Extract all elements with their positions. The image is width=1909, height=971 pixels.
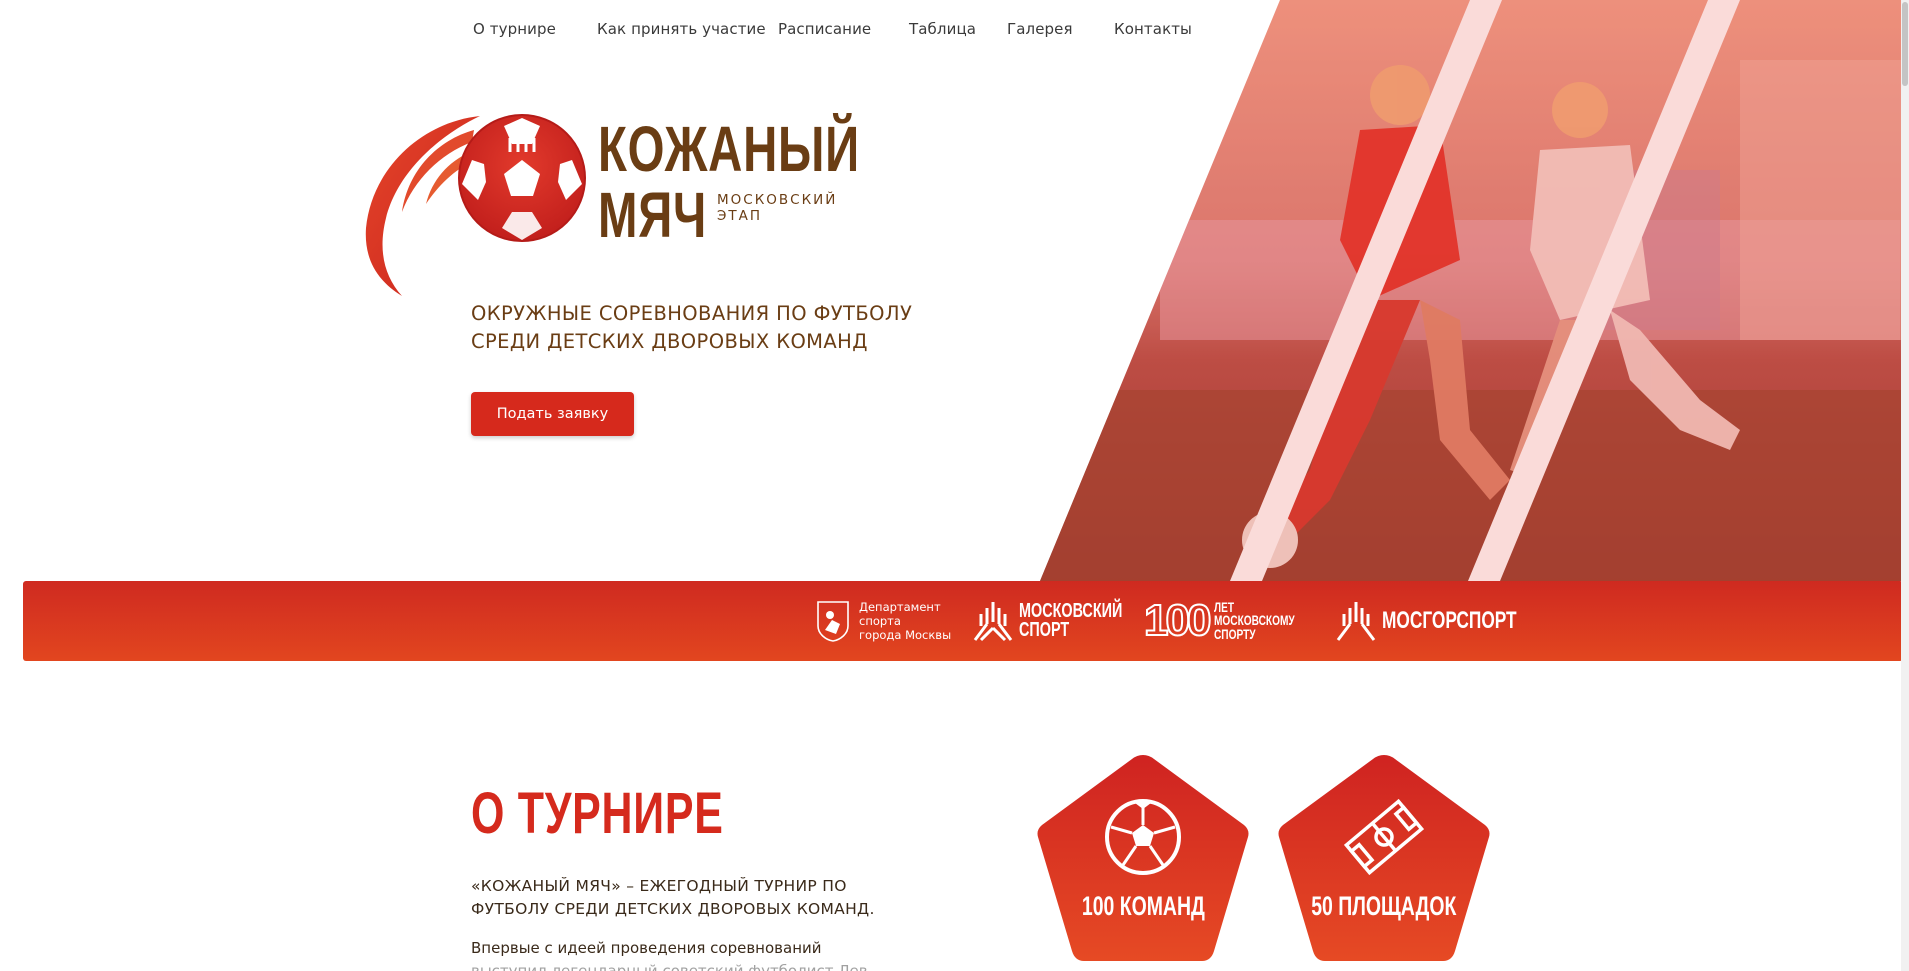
partner-100-years[interactable]: 100 ЛЕТ МОСКОВСКОМУ СПОРТУ <box>1143 581 1322 661</box>
page-scrollbar[interactable] <box>1901 0 1909 971</box>
stat-fields-label: 50 ПЛОЩАДОК <box>1311 891 1457 921</box>
partner-department[interactable]: Департамент спорта города Москвы <box>816 581 951 661</box>
soccer-ball-icon <box>1105 799 1181 875</box>
partners-strip: Департамент спорта города Москвы МОСКОВС… <box>23 581 1903 661</box>
nav-item-about[interactable]: О турнире <box>473 20 556 38</box>
nav-item-schedule[interactable]: Расписание <box>778 20 871 38</box>
football-ball-icon <box>365 114 586 296</box>
hero-heading: ОКРУЖНЫЕ СОРЕВНОВАНИЯ ПО ФУТБОЛУ СРЕДИ Д… <box>471 302 913 353</box>
tournament-logo[interactable]: КОЖАНЫЙ МЯЧ МОСКОВСКИЙ ЭТАП <box>362 108 859 298</box>
football-players-photo <box>1040 0 1909 581</box>
about-text: Впервые с идеей проведения соревнований … <box>471 939 868 971</box>
partner-100-text: ЛЕТ МОСКОВСКОМУ СПОРТУ <box>1214 599 1296 642</box>
about-lead: «КОЖАНЫЙ МЯЧ» – ЕЖЕГОДНЫЙ ТУРНИР ПО ФУТБ… <box>471 877 875 918</box>
nav-item-how-to-participate[interactable]: Как принять участие <box>597 20 766 38</box>
moscow-coat-of-arms-icon <box>817 601 849 642</box>
logo-title: КОЖАНЫЙ МЯЧ <box>598 113 860 251</box>
mosgorsport-logo-icon <box>1336 602 1376 641</box>
partner-moscow-sport-text: МОСКОВСКИЙ СПОРТ <box>1019 600 1123 641</box>
moscow-sport-logo-icon <box>973 602 1013 642</box>
hero-photo <box>1040 0 1909 581</box>
stat-teams-label: 100 КОМАНД <box>1081 891 1205 921</box>
scroll-thumb[interactable] <box>1902 2 1908 86</box>
partner-mosgorsport[interactable]: МОСГОРСПОРТ <box>1336 581 1569 661</box>
football-field-icon <box>1343 798 1425 876</box>
logo-subtitle: МОСКОВСКИЙ ЭТАП <box>717 192 838 224</box>
partner-mosgorsport-text: МОСГОРСПОРТ <box>1382 607 1517 634</box>
apply-button[interactable]: Подать заявку <box>471 392 634 436</box>
about-title: О ТУРНИРЕ <box>471 781 724 846</box>
stat-teams: 100 КОМАНД <box>1032 751 1254 963</box>
partner-moscow-sport[interactable]: МОСКОВСКИЙ СПОРТ <box>973 581 1163 661</box>
partner-department-text: Департамент спорта города Москвы <box>859 600 952 642</box>
stat-fields: 50 ПЛОЩАДОК <box>1273 751 1495 963</box>
partner-100-number: 100 <box>1143 596 1212 645</box>
nav-item-table[interactable]: Таблица <box>909 20 976 38</box>
